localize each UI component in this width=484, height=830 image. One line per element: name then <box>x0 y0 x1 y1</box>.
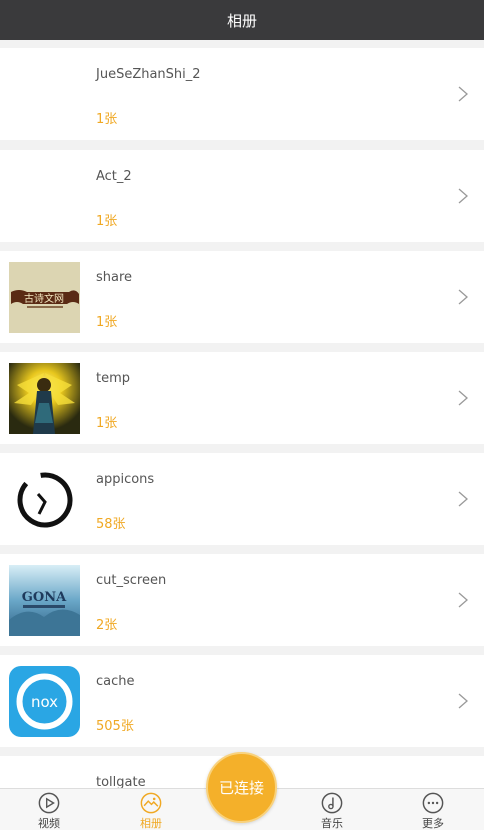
photo-icon <box>140 792 162 814</box>
album-count: 1张 <box>96 214 118 229</box>
album-name: cache <box>96 674 135 689</box>
svg-text:古诗文网: 古诗文网 <box>24 292 64 305</box>
tab-label: 更多 <box>422 817 444 830</box>
connected-button-label: 已连接 <box>218 779 264 797</box>
tab-label: 相册 <box>140 817 162 830</box>
chevron-right-icon <box>458 491 468 507</box>
album-name: temp <box>96 371 131 386</box>
svg-text:GONA: GONA <box>22 590 67 605</box>
album-thumbnail <box>9 363 80 434</box>
music-note-icon <box>321 792 343 814</box>
album-thumbnail <box>9 59 80 130</box>
tab-label: 视频 <box>38 817 60 830</box>
album-count: 2张 <box>96 618 118 633</box>
album-count: 58张 <box>96 517 126 532</box>
album-thumbnail <box>9 767 80 788</box>
connected-button[interactable]: 已连接 <box>206 752 277 823</box>
album-row-act2[interactable]: Act_2 1张 <box>0 150 484 242</box>
game-poster-image: GONA <box>9 565 80 636</box>
album-count: 1张 <box>96 112 118 127</box>
album-row-jueSeZhanShi[interactable]: JueSeZhanShi_2 1张 <box>0 48 484 140</box>
album-row-temp[interactable]: temp 1张 <box>0 352 484 444</box>
chevron-right-icon <box>458 693 468 709</box>
page-title: 相册 <box>226 11 257 30</box>
calligraphy-banner-image: 古诗文网 <box>9 262 80 333</box>
album-row-cut-screen[interactable]: GONA cut_screen 2张 <box>0 554 484 646</box>
tab-label: 音乐 <box>321 817 343 830</box>
album-list[interactable]: JueSeZhanShi_2 1张 Act_2 1张 古诗文网 share 1张 <box>0 40 484 788</box>
album-count: 505张 <box>96 719 134 734</box>
golden-warrior-image <box>9 363 80 434</box>
album-name: cut_screen <box>96 573 167 588</box>
play-icon <box>38 792 60 814</box>
album-name: tollgate <box>96 775 146 788</box>
album-thumbnail: 古诗文网 <box>9 262 80 333</box>
album-name: Act_2 <box>96 169 132 184</box>
tab-more[interactable]: 更多 <box>403 789 463 830</box>
more-dots-icon <box>422 792 444 814</box>
tab-video[interactable]: 视频 <box>19 789 79 830</box>
title-bar: 相册 <box>0 0 484 40</box>
chevron-right-icon <box>458 86 468 102</box>
chevron-right-icon <box>458 390 468 406</box>
chevron-right-icon <box>458 188 468 204</box>
chevron-right-icon <box>458 592 468 608</box>
album-name: share <box>96 270 133 285</box>
svg-text:nox: nox <box>31 693 58 711</box>
album-thumbnail: GONA <box>9 565 80 636</box>
clock-icon <box>9 464 80 535</box>
album-count: 1张 <box>96 315 118 330</box>
album-thumbnail: nox <box>9 666 80 737</box>
album-name: JueSeZhanShi_2 <box>96 67 201 82</box>
album-row-cache[interactable]: nox cache 505张 <box>0 655 484 747</box>
chevron-right-icon <box>458 289 468 305</box>
album-name: appicons <box>96 472 155 487</box>
album-thumbnail <box>9 464 80 535</box>
nox-logo-icon: nox <box>9 666 80 737</box>
album-row-appicons[interactable]: appicons 58张 <box>0 453 484 545</box>
tab-album[interactable]: 相册 <box>121 789 181 830</box>
album-count: 1张 <box>96 416 118 431</box>
tab-music[interactable]: 音乐 <box>302 789 362 830</box>
album-row-share[interactable]: 古诗文网 share 1张 <box>0 251 484 343</box>
album-thumbnail <box>9 161 80 232</box>
